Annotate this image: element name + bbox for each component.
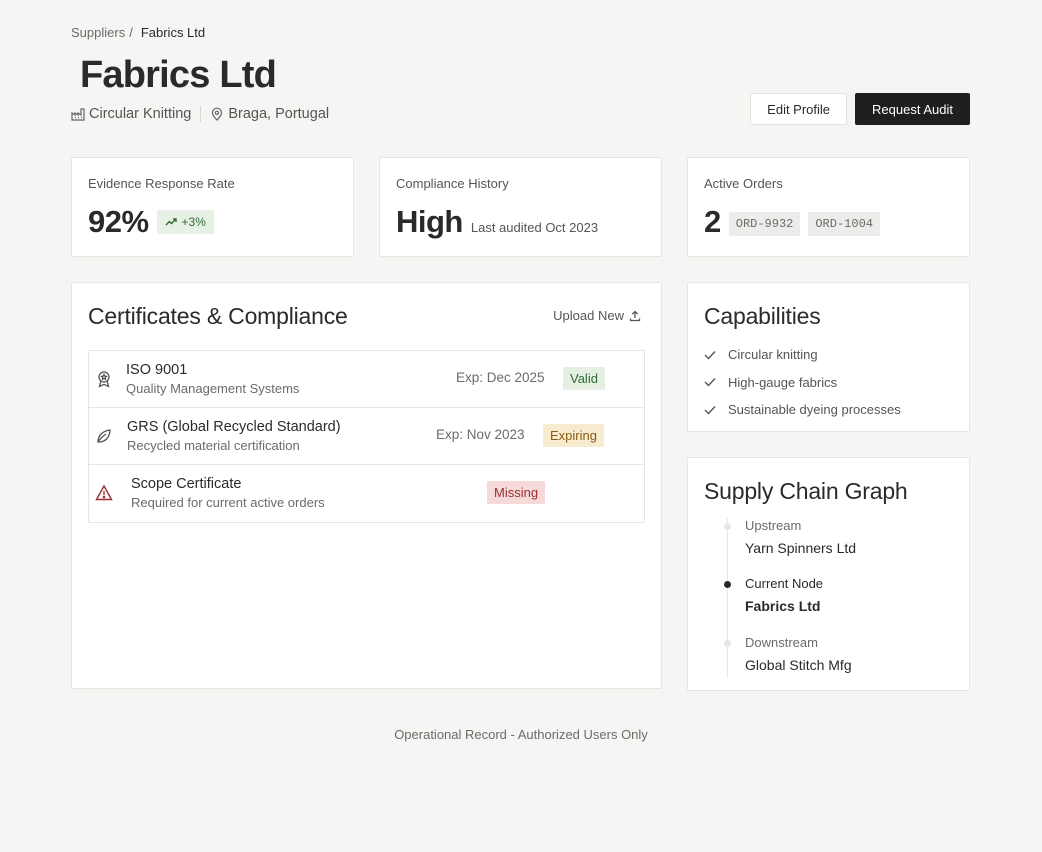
breadcrumb-separator: / [129,25,133,40]
compliance-history-value: High [396,204,463,239]
evidence-rate-value: 92% [88,204,149,239]
certificate-name: ISO 9001 [126,362,188,378]
evidence-rate-card: Evidence Response Rate 92% +3% [71,157,354,257]
node-label: Downstream [745,635,818,650]
map-pin-icon [212,107,223,121]
certificates-card: Certificates & Compliance Upload New ISO… [71,282,662,689]
certificate-name: Scope Certificate [131,476,242,492]
capabilities-list: Circular knitting High-gauge fabrics Sus… [704,341,901,424]
supplier-category-label: Circular Knitting [89,106,192,122]
certificate-expiry: Exp: Nov 2023 [436,427,525,442]
last-audited-note: Last audited Oct 2023 [470,219,599,235]
certificate-row[interactable]: GRS (Global Recycled Standard) Recycled … [89,408,644,465]
capability-label: Sustainable dyeing processes [728,402,901,418]
node-label: Current Node [745,576,824,591]
compliance-history-card: Compliance History High Last audited Oct… [379,157,662,257]
trending-up-icon [165,218,177,226]
node-dot [724,523,731,530]
certificate-list: ISO 9001 Quality Management Systems Exp:… [88,350,645,523]
status-badge: Missing [487,481,546,504]
capability-item: Circular knitting [704,341,901,369]
node-value: Yarn Spinners Ltd [745,540,857,556]
capability-item: High-gauge fabrics [704,369,901,397]
check-icon [704,405,716,415]
active-orders-card: Active Orders 2 ORD-9932 ORD-1004 [687,157,970,257]
status-badge: Valid [563,367,605,390]
certificate-row[interactable]: Scope Certificate Required for current a… [89,465,644,522]
warning-icon [95,484,113,501]
edit-profile-button[interactable]: Edit Profile [750,93,848,125]
capability-label: High-gauge fabrics [728,374,838,390]
capability-item: Sustainable dyeing processes [704,396,901,424]
supplier-category: Circular Knitting [71,106,191,122]
status-badge: Expiring [543,424,604,447]
certificate-row[interactable]: ISO 9001 Quality Management Systems Exp:… [89,351,644,408]
supplier-location: Braga, Portugal [210,106,329,122]
page-title: Fabrics Ltd [80,54,277,96]
capabilities-card: Capabilities Circular knitting High-gaug… [687,282,970,432]
active-orders-row: 2 ORD-9932 ORD-1004 [704,204,880,240]
certificate-description: Required for current active orders [131,495,325,510]
upload-icon [629,310,641,321]
order-tag[interactable]: ORD-9932 [728,212,801,236]
certificate-expiry: Exp: Dec 2025 [456,370,545,385]
node-value: Fabrics Ltd [745,598,821,614]
capability-label: Circular knitting [728,347,818,363]
supply-chain-card: Supply Chain Graph Upstream Yarn Spinner… [687,457,970,691]
compliance-history-label: Compliance History [396,176,509,191]
node-value: Global Stitch Mfg [745,657,852,673]
upload-new-label: Upload New [553,308,624,323]
footer-note: Operational Record - Authorized Users On… [394,727,648,742]
request-audit-button[interactable]: Request Audit [855,93,970,125]
breadcrumb-current: Fabrics Ltd [140,25,206,40]
header-actions: Edit Profile Request Audit [750,93,970,125]
leaf-icon [97,429,111,443]
breadcrumb-suppliers-link[interactable]: Suppliers [71,25,125,40]
certificate-description: Quality Management Systems [126,381,300,396]
supply-chain-title: Supply Chain Graph [704,478,908,504]
supply-chain-connector [727,518,728,678]
supplier-meta: Circular Knitting Braga, Portugal [71,106,329,122]
check-icon [704,350,716,360]
certificate-description: Recycled material certification [127,438,300,453]
evidence-rate-label: Evidence Response Rate [88,176,235,191]
node-dot [724,640,731,647]
evidence-rate-row: 92% +3% [88,204,214,240]
supplier-location-label: Braga, Portugal [228,106,330,122]
active-orders-value: 2 [704,204,721,239]
certificate-name: GRS (Global Recycled Standard) [127,419,341,435]
meta-divider [200,106,202,122]
trend-badge: +3% [156,210,214,234]
breadcrumb: Suppliers / Fabrics Ltd [71,25,205,40]
node-dot-active [724,581,731,588]
award-icon [98,371,110,388]
upload-new-button[interactable]: Upload New [553,308,641,323]
factory-icon [71,108,85,121]
node-label: Upstream [745,518,802,533]
compliance-history-row: High Last audited Oct 2023 [396,204,598,240]
trend-value: +3% [181,215,206,229]
certificates-title: Certificates & Compliance [88,303,348,329]
check-icon [704,378,716,387]
capabilities-title: Capabilities [704,303,821,329]
order-tag[interactable]: ORD-1004 [808,212,880,236]
active-orders-label: Active Orders [704,176,783,191]
